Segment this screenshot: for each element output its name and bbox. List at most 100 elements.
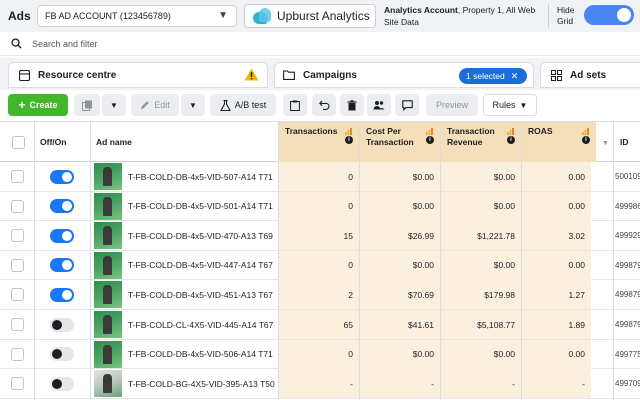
campaigns-panel[interactable]: Campaigns 1 selected ✕	[274, 62, 534, 88]
ad-name-link[interactable]: T-FB-COLD-DB-4x5-VID-506-A14 T71	[128, 349, 273, 359]
ad-status-toggle[interactable]	[50, 376, 74, 391]
ad-name-link[interactable]: T-FB-COLD-DB-4x5-VID-451-A13 T67	[128, 290, 273, 300]
row-select-cell	[0, 221, 34, 250]
transactions-cell: 2	[279, 280, 359, 310]
duplicate-button[interactable]	[74, 94, 100, 116]
ad-status-toggle[interactable]	[50, 169, 74, 184]
roas-cell: 1.27	[522, 280, 591, 310]
ad-status-toggle[interactable]	[50, 228, 74, 243]
select-all-checkbox[interactable]	[12, 136, 25, 149]
row-checkbox[interactable]	[10, 199, 24, 213]
ad-status-toggle[interactable]	[50, 347, 74, 362]
search-input[interactable]: Search and filter	[32, 39, 98, 49]
info-icon[interactable]: i	[426, 136, 434, 144]
row-checkbox[interactable]	[10, 347, 24, 361]
hide-grid-toggle[interactable]	[584, 5, 634, 25]
selected-badge[interactable]: 1 selected ✕	[459, 68, 527, 84]
comments-button[interactable]	[395, 94, 419, 116]
ad-status-toggle[interactable]	[50, 287, 74, 302]
trash-icon	[347, 99, 357, 110]
column-header-roas[interactable]: ROAS i	[522, 122, 596, 162]
column-header-transactions[interactable]: Transactions i	[279, 122, 359, 162]
upburst-analytics-button[interactable]: Upburst Analytics	[244, 4, 376, 28]
ad-name-link[interactable]: T-FB-COLD-BG-4X5-VID-395-A13 T50	[128, 379, 275, 389]
top-bar: Ads FB AD ACCOUNT (123456789) ▼ Upburst …	[0, 0, 640, 32]
ad-name-link[interactable]: T-FB-COLD-DB-4x5-VID-501-A14 T71	[128, 201, 273, 211]
column-header-transaction-revenue[interactable]: Transaction Revenue i	[441, 122, 521, 162]
table-row[interactable]: T-FB-COLD-DB-4x5-VID-451-A13 T67 2 $70.69 $…	[0, 280, 640, 310]
edit-dropdown[interactable]: ▼	[181, 94, 205, 116]
ad-thumbnail[interactable]	[94, 340, 122, 368]
ad-thumbnail[interactable]	[94, 311, 122, 338]
ab-test-button[interactable]: A/B test	[210, 94, 276, 116]
roas-cell: 0.00	[522, 339, 591, 369]
ad-thumbnail[interactable]	[94, 370, 122, 398]
cost-per-transaction-cell: $41.61	[360, 310, 440, 339]
warning-icon[interactable]	[244, 68, 259, 84]
ad-name-link[interactable]: T-FB-COLD-CL-4X5-VID-445-A14 T67	[128, 320, 273, 330]
column-header-cost-per-transaction[interactable]: Cost Per Transaction i	[360, 122, 440, 162]
rules-button[interactable]: Rules ▼	[483, 94, 537, 116]
row-checkbox[interactable]	[10, 229, 24, 243]
table-row[interactable]: T-FB-COLD-DB-4x5-VID-470-A13 T69 15 $26.99…	[0, 221, 640, 251]
ad-name-link[interactable]: T-FB-COLD-DB-4x5-VID-447-A14 T67	[128, 260, 273, 270]
table-row[interactable]: T-FB-COLD-DB-4x5-VID-501-A14 T71 0 $0.00 $0…	[0, 191, 640, 222]
onoff-cell	[34, 369, 90, 398]
row-checkbox[interactable]	[10, 377, 24, 391]
table-row[interactable]: T-FB-COLD-CL-4X5-VID-445-A14 T67 65 $41.61…	[0, 310, 640, 340]
toggle-knob	[52, 319, 62, 330]
search-bar[interactable]: Search and filter	[0, 32, 640, 56]
table-row[interactable]: T-FB-COLD-DB-4x5-VID-447-A14 T67 0 $0.00 $0…	[0, 250, 640, 281]
ads-table: Off/On Ad name Transactions i Cost Per T…	[0, 122, 640, 400]
ad-name-link[interactable]: T-FB-COLD-DB-4x5-VID-470-A13 T69	[128, 231, 273, 241]
undo-button[interactable]	[312, 94, 336, 116]
onoff-cell	[34, 251, 90, 280]
undo-icon	[318, 100, 329, 110]
ad-thumbnail[interactable]	[94, 163, 122, 190]
clipboard-button[interactable]	[283, 94, 307, 116]
edit-button[interactable]: Edit	[131, 94, 179, 116]
ad-name-link[interactable]: T-FB-COLD-DB-4x5-VID-507-A14 T71	[128, 172, 273, 182]
column-header-onoff[interactable]: Off/On	[34, 122, 90, 162]
table-row[interactable]: T-FB-COLD-BG-4X5-VID-395-A13 T50- - - -4997…	[0, 369, 640, 399]
row-select-cell	[0, 280, 34, 309]
sort-icon[interactable]: ▼	[596, 122, 614, 162]
column-divider	[359, 122, 360, 400]
preview-button[interactable]: Preview	[426, 94, 478, 116]
analytics-property-label[interactable]: Analytics Account, Property 1, All Web S…	[384, 4, 539, 28]
column-header-id[interactable]: ID	[614, 122, 640, 162]
ad-thumbnail[interactable]	[94, 251, 122, 279]
row-checkbox[interactable]	[10, 288, 24, 302]
info-icon[interactable]: i	[507, 136, 515, 144]
ad-thumbnail[interactable]	[94, 192, 122, 220]
ad-thumbnail[interactable]	[94, 222, 122, 250]
transaction-revenue-cell: $0.00	[441, 250, 521, 280]
info-icon[interactable]: i	[582, 136, 590, 144]
duplicate-dropdown[interactable]: ▼	[102, 94, 126, 116]
ad-thumbnail[interactable]	[94, 281, 122, 309]
info-icon[interactable]: i	[345, 136, 353, 144]
row-checkbox[interactable]	[10, 258, 24, 272]
account-select[interactable]: FB AD ACCOUNT (123456789) ▼	[37, 5, 237, 27]
row-checkbox[interactable]	[10, 170, 24, 183]
column-divider	[521, 122, 522, 400]
column-header-ad-name[interactable]: Ad name	[90, 122, 278, 162]
clear-selection-icon[interactable]: ✕	[511, 71, 519, 82]
ad-id-cell: 499879	[615, 260, 640, 270]
delete-button[interactable]	[340, 94, 364, 116]
ad-sets-panel[interactable]: Ad sets	[540, 62, 640, 88]
ad-id-cell: 500109	[615, 172, 640, 181]
clipboard-icon	[290, 100, 300, 111]
audience-button[interactable]	[367, 94, 391, 116]
ad-status-toggle[interactable]	[50, 258, 74, 273]
table-row[interactable]: T-FB-COLD-DB-4x5-VID-506-A14 T71 0 $0.00 $0…	[0, 339, 640, 370]
create-button[interactable]: + Create	[8, 94, 68, 116]
resource-centre-panel[interactable]: Resource centre	[8, 62, 268, 88]
table-row[interactable]: T-FB-COLD-DB-4x5-VID-507-A14 T71 0 $0.00 $0…	[0, 162, 640, 192]
ad-status-toggle[interactable]	[50, 317, 74, 332]
row-checkbox[interactable]	[10, 318, 24, 331]
cost-per-transaction-cell: $70.69	[360, 280, 440, 310]
ad-id-cell: 499709	[615, 379, 640, 389]
cost-per-transaction-cell: $0.00	[360, 191, 440, 221]
ad-status-toggle[interactable]	[50, 199, 74, 214]
